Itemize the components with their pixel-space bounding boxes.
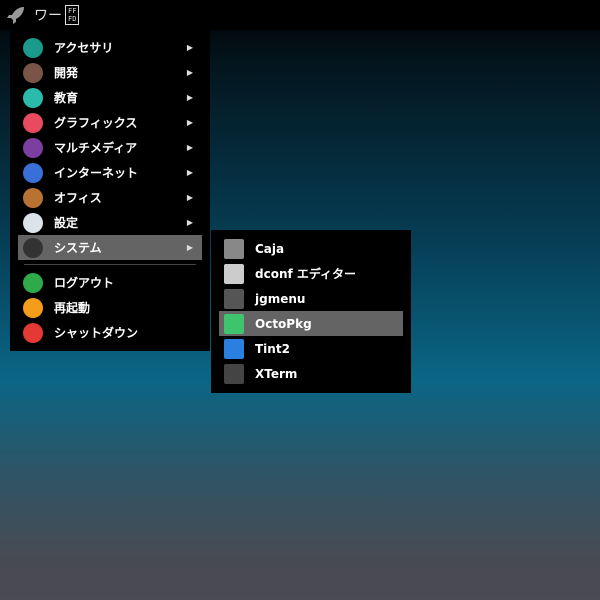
menu-item-label: Tint2 — [255, 341, 290, 356]
octopkg-icon — [224, 313, 244, 334]
submenu-arrow-icon: ▶ — [186, 243, 193, 252]
menu-item-logout[interactable]: ログアウト — [18, 270, 202, 295]
menu-item-label: インターネット — [54, 166, 139, 180]
shutdown-icon — [23, 322, 43, 343]
menu-item-label: 設定 — [54, 216, 79, 230]
submenu-arrow-icon: ▶ — [186, 168, 193, 177]
menu-item-label: Caja — [255, 241, 285, 256]
terminal-icon — [224, 363, 244, 384]
submenu-arrow-icon: ▶ — [186, 218, 193, 227]
menu-item-label: XTerm — [255, 366, 298, 381]
menu-item-shutdown[interactable]: シャットダウン — [18, 320, 202, 345]
submenu-arrow-icon: ▶ — [186, 93, 193, 102]
menu-item-multimedia[interactable]: マルチメディア ▶ — [18, 135, 202, 160]
rocket-icon[interactable] — [6, 5, 26, 25]
menu-item-label: アクセサリ — [54, 41, 114, 55]
menu-item-label: 再起動 — [54, 301, 91, 315]
settings-icon — [23, 212, 43, 233]
menu-item-terminal[interactable]: XTerm — [219, 361, 403, 386]
system-submenu: Caja dconf エディター jgmenu OctoPkg Tint2 XTerm — [211, 230, 411, 393]
menu-item-reboot[interactable]: 再起動 — [18, 295, 202, 320]
submenu-arrow-icon: ▶ — [186, 68, 193, 77]
education-icon — [23, 87, 43, 108]
menu-item-label: jgmenu — [255, 291, 306, 306]
office-icon — [23, 187, 43, 208]
logout-icon — [23, 272, 43, 293]
menu-item-education[interactable]: 教育 ▶ — [18, 85, 202, 110]
reboot-icon — [23, 297, 43, 318]
rocket-icon — [224, 288, 244, 309]
menu-item-label: 教育 — [54, 91, 79, 105]
menu-item-office[interactable]: オフィス ▶ — [18, 185, 202, 210]
menu-item-internet[interactable]: インターネット ▶ — [18, 160, 202, 185]
menu-item-label: マルチメディア — [54, 141, 138, 155]
caja-icon — [224, 238, 244, 259]
menu-item-label: ログアウト — [54, 276, 115, 290]
menu-item-graphics[interactable]: グラフィックス ▶ — [18, 110, 202, 135]
multimedia-icon — [23, 137, 43, 158]
box-top: FF — [68, 7, 77, 15]
box-bottom: FD — [68, 15, 77, 23]
submenu-arrow-icon: ▶ — [186, 43, 193, 52]
main-menu: アクセサリ ▶ 開発 ▶ 教育 ▶ グラフィックス ▶ マルチメディア ▶ インターネット ▶ オフィス… — [10, 30, 210, 351]
accessories-icon — [23, 37, 43, 58]
tint2-icon — [224, 338, 244, 359]
menu-item-rocket[interactable]: jgmenu — [219, 286, 403, 311]
dconf-icon — [224, 263, 244, 284]
top-panel: ワー FF FD — [0, 0, 600, 30]
menu-item-development[interactable]: 開発 ▶ — [18, 60, 202, 85]
internet-icon — [23, 162, 43, 183]
menu-item-octopkg[interactable]: OctoPkg — [219, 311, 403, 336]
menu-item-system[interactable]: システム ▶ — [18, 235, 202, 260]
menu-item-caja[interactable]: Caja — [219, 236, 403, 261]
system-icon — [23, 237, 43, 258]
submenu-arrow-icon: ▶ — [186, 193, 193, 202]
menu-item-accessories[interactable]: アクセサリ ▶ — [18, 35, 202, 60]
menu-item-label: システム — [54, 241, 102, 255]
menu-item-label: dconf エディター — [255, 267, 357, 281]
missing-glyph-box: FF FD — [65, 5, 80, 25]
submenu-arrow-icon: ▶ — [186, 143, 193, 152]
menu-item-label: シャットダウン — [54, 326, 139, 340]
menu-item-label: グラフィックス — [54, 116, 138, 130]
menu-item-settings[interactable]: 設定 ▶ — [18, 210, 202, 235]
separator — [24, 264, 196, 265]
menu-item-label: 開発 — [54, 66, 79, 80]
menu-item-dconf[interactable]: dconf エディター — [219, 261, 403, 286]
window-title: ワー — [34, 8, 62, 24]
menu-item-label: オフィス — [54, 191, 102, 205]
development-icon — [23, 62, 43, 83]
graphics-icon — [23, 112, 43, 133]
menu-item-tint2[interactable]: Tint2 — [219, 336, 403, 361]
submenu-arrow-icon: ▶ — [186, 118, 193, 127]
menu-item-label: OctoPkg — [255, 316, 312, 331]
